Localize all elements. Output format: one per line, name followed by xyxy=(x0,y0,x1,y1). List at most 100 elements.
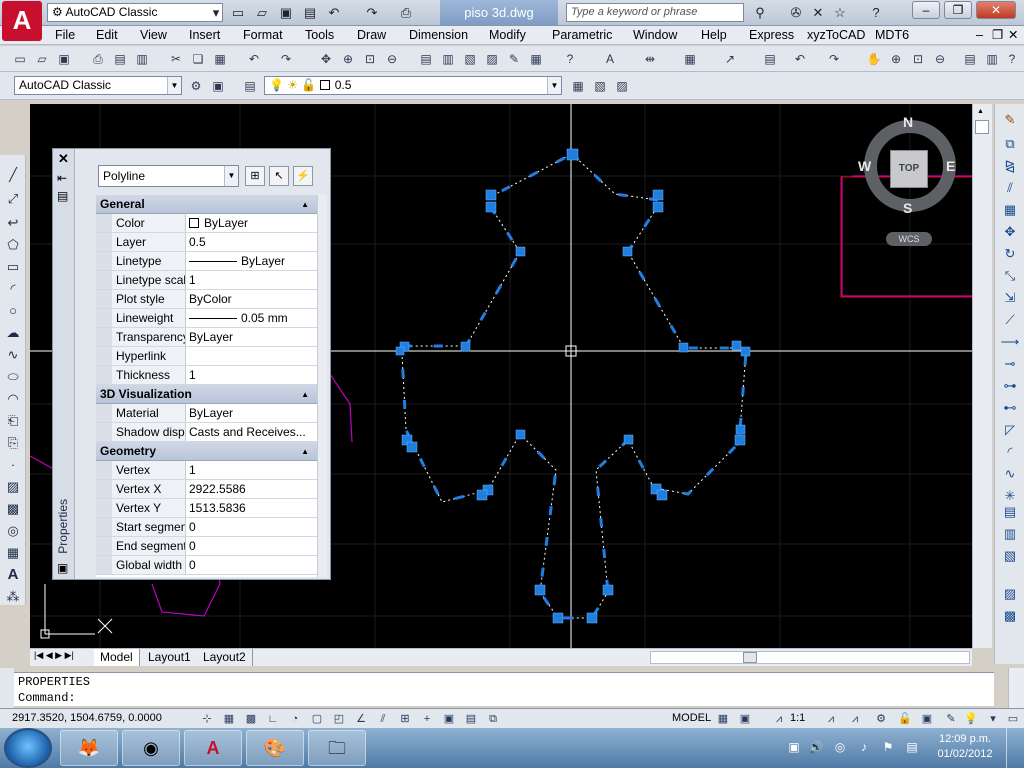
ducs-icon[interactable]: ⫽ xyxy=(374,710,392,728)
text-front-icon[interactable]: ▨ xyxy=(1000,584,1020,604)
design-center2-icon[interactable]: ▥ xyxy=(982,50,1002,68)
property-grid-scrollbar[interactable] xyxy=(317,195,327,577)
break-icon[interactable]: ⊶ xyxy=(1000,376,1020,396)
hardware-accel-icon[interactable]: ▣ xyxy=(918,710,936,728)
doc-restore-icon[interactable]: ❐ xyxy=(992,26,1003,45)
copy-object-icon[interactable]: ⧉ xyxy=(1000,134,1020,154)
redo2-icon[interactable]: ↷ xyxy=(824,50,844,68)
3d-osnap-icon[interactable]: ◰ xyxy=(330,710,348,728)
menu-mdt6[interactable]: MDT6 xyxy=(875,26,909,45)
rectangle-icon[interactable]: ▭ xyxy=(3,257,23,277)
lightbulb-icon[interactable]: 💡 xyxy=(962,710,980,728)
scroll-up-icon[interactable]: ▲ xyxy=(977,108,987,118)
save-icon[interactable]: ▣ xyxy=(54,50,74,68)
menu-file[interactable]: File xyxy=(55,26,75,45)
menu-modify[interactable]: Modify xyxy=(489,26,526,45)
tab-layout2[interactable]: Layout2 xyxy=(197,649,253,666)
fillet-icon[interactable]: ◜ xyxy=(1000,442,1020,462)
prop-row[interactable]: Layer 0.5 xyxy=(96,233,317,252)
multiline-text-icon[interactable]: A xyxy=(3,565,23,585)
print-icon[interactable]: ⎙ xyxy=(396,3,416,22)
workspace-combo[interactable]: AutoCAD Classic ▼ xyxy=(14,76,182,95)
paint-icon[interactable]: 🎨 xyxy=(246,730,304,766)
workspace-custom-icon[interactable]: ▣ xyxy=(208,77,228,95)
grid-icon[interactable]: ▩ xyxy=(242,710,260,728)
bring-front-icon[interactable]: ▥ xyxy=(1000,524,1020,544)
region-icon[interactable]: ◎ xyxy=(3,521,23,541)
polar-icon[interactable]: ◔ xyxy=(286,710,304,728)
array-icon[interactable]: ▦ xyxy=(1000,200,1020,220)
layer-icon[interactable]: ▤ xyxy=(760,50,780,68)
menu-format[interactable]: Format xyxy=(243,26,283,45)
redo-icon[interactable]: ↷ xyxy=(276,50,296,68)
close-button[interactable]: ✕ xyxy=(976,1,1016,19)
new-file-icon[interactable]: ▭ xyxy=(228,3,248,22)
paste-icon[interactable]: ▦ xyxy=(210,50,230,68)
hscroll-thumb[interactable] xyxy=(743,652,757,663)
binoculars-icon[interactable]: ⚲ xyxy=(750,3,770,22)
quick-view-drawings-icon[interactable]: ▣ xyxy=(736,710,754,728)
object-type-combo[interactable]: Polyline ▼ xyxy=(98,165,239,187)
construction-line-icon[interactable]: ⤢ xyxy=(3,189,23,209)
prop-row[interactable]: Vertex X 2922.5586 xyxy=(96,480,317,499)
open-icon[interactable]: ▱ xyxy=(32,50,52,68)
new-icon[interactable]: ▭ xyxy=(10,50,30,68)
tab-nav-first-icon[interactable]: |◀ ◀ ▶ ▶| xyxy=(34,650,74,661)
autohide-icon[interactable]: ⇤ xyxy=(57,171,67,185)
break-point-icon[interactable]: ⊸ xyxy=(1000,354,1020,374)
layer-properties-icon[interactable]: ▤ xyxy=(240,77,260,95)
ellipse-icon[interactable]: ⬭ xyxy=(3,367,23,387)
prop-row[interactable]: Transparency ByLayer xyxy=(96,328,317,347)
grips[interactable] xyxy=(395,148,751,624)
redo-icon[interactable]: ↷ xyxy=(362,3,382,22)
help-icon[interactable]: ? xyxy=(866,3,886,22)
zoom-icon[interactable]: ⊕ xyxy=(886,50,906,68)
sheet-set-icon[interactable]: ▨ xyxy=(482,50,502,68)
select-objects-icon[interactable]: ↖ xyxy=(269,166,289,186)
help2-icon[interactable]: ? xyxy=(1002,50,1022,68)
circle-icon[interactable]: ○ xyxy=(3,301,23,321)
menu-view[interactable]: View xyxy=(140,26,167,45)
menu-parametric[interactable]: Parametric xyxy=(552,26,612,45)
snap-icon[interactable]: ▦ xyxy=(220,710,238,728)
scroll-thumb[interactable] xyxy=(975,120,989,134)
plot-icon[interactable]: ⎙ xyxy=(88,50,108,68)
menu-edit[interactable]: Edit xyxy=(96,26,118,45)
zoom-window-icon[interactable]: ⊡ xyxy=(360,50,380,68)
transparency-toggle-icon[interactable]: ▣ xyxy=(440,710,458,728)
category-geometry[interactable]: Geometry ▲ xyxy=(96,442,317,461)
workspace-switch-icon[interactable]: ⚙ xyxy=(872,710,890,728)
blend-icon[interactable]: ∿ xyxy=(1000,464,1020,484)
menu-express[interactable]: Express xyxy=(749,26,794,45)
speaker-icon[interactable]: ♪ xyxy=(856,739,872,755)
toolbar-lock-icon[interactable]: 🔓 xyxy=(896,710,914,728)
prop-row[interactable]: Vertex 1 xyxy=(96,461,317,480)
infer-constraints-icon[interactable]: ⊹ xyxy=(198,710,216,728)
quick-properties-icon[interactable]: ▤ xyxy=(462,710,480,728)
viewcube-south[interactable]: S xyxy=(903,200,912,216)
revision-cloud-icon[interactable]: ☁ xyxy=(3,323,23,343)
ellipse-arc-icon[interactable]: ◠ xyxy=(3,389,23,409)
undo2-icon[interactable]: ↶ xyxy=(790,50,810,68)
prop-row[interactable]: Vertex Y 1513.5836 xyxy=(96,499,317,518)
favorites-star-icon[interactable]: ☆ xyxy=(830,3,850,22)
send-back-icon[interactable]: ▧ xyxy=(1000,546,1020,566)
search-input[interactable]: Type a keyword or phrase xyxy=(566,3,744,22)
dim-front-icon[interactable]: ▩ xyxy=(1000,606,1020,626)
trim-icon[interactable]: ⟋ xyxy=(1000,310,1020,330)
join-icon[interactable]: ⊷ xyxy=(1000,398,1020,418)
help-icon[interactable]: ? xyxy=(560,50,580,68)
prop-row[interactable]: End segment ...0 xyxy=(96,537,317,556)
prop-row[interactable]: Plot style ByColor xyxy=(96,290,317,309)
autocad-logo-icon[interactable]: A xyxy=(2,1,42,41)
annotation-scale-icon[interactable]: ⩘ xyxy=(770,710,788,728)
menu-xyztocad[interactable]: xyzToCAD xyxy=(807,26,865,45)
horizontal-scrollbar[interactable] xyxy=(650,651,970,664)
calculator-icon[interactable]: ▦ xyxy=(526,50,546,68)
table-style-icon[interactable]: ▦ xyxy=(680,50,700,68)
open-folder-icon[interactable]: ▱ xyxy=(252,3,272,22)
erase-icon[interactable]: ✎ xyxy=(1000,110,1020,130)
point-icon[interactable]: · xyxy=(3,455,23,475)
offset-icon[interactable]: ⫽ xyxy=(1000,178,1020,198)
prop-row[interactable]: Linetype scale 1 xyxy=(96,271,317,290)
